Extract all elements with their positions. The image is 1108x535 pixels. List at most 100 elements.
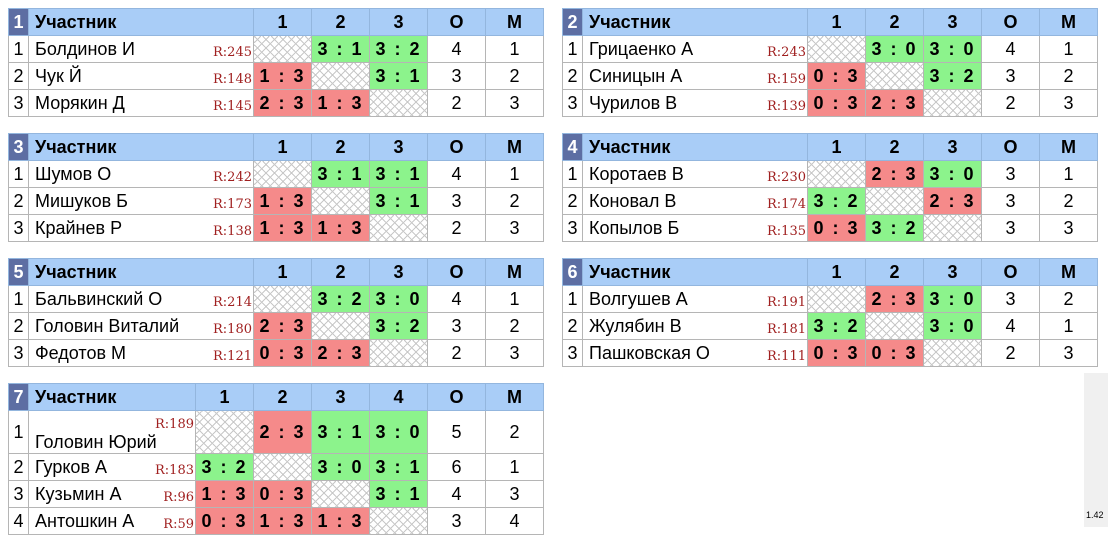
- match-score-win[interactable]: 3 : 2: [195, 453, 254, 481]
- participant-cell[interactable]: R:96 Кузьмин А: [28, 480, 196, 508]
- match-score-loss[interactable]: 2 : 3: [923, 187, 982, 215]
- group-header-row: 4 Участник 1 2 3 О М: [562, 133, 1098, 161]
- points-value: 3: [427, 187, 486, 215]
- match-score-win[interactable]: 3 : 0: [923, 35, 982, 63]
- match-score-win[interactable]: 3 : 1: [369, 187, 428, 215]
- participant-name: Антошкин А: [35, 510, 135, 531]
- participant-cell[interactable]: R:189 Головин Юрий: [28, 410, 196, 454]
- place-value: 1: [1039, 312, 1098, 340]
- match-score-loss[interactable]: 0 : 3: [195, 507, 254, 535]
- participant-name: Головин Юрий: [35, 432, 157, 452]
- participant-cell[interactable]: R:173 Мишуков Б: [28, 187, 254, 215]
- participant-cell[interactable]: R:230 Коротаев В: [582, 160, 808, 188]
- points-value: 3: [427, 312, 486, 340]
- participant-header: Участник: [582, 8, 808, 36]
- match-score-loss[interactable]: 2 : 3: [865, 160, 924, 188]
- match-score-loss[interactable]: 2 : 3: [865, 89, 924, 117]
- match-score-win[interactable]: 3 : 0: [923, 312, 982, 340]
- match-score-loss[interactable]: 2 : 3: [865, 285, 924, 313]
- match-score-win[interactable]: 3 : 0: [923, 285, 982, 313]
- match-score-win[interactable]: 3 : 2: [807, 312, 866, 340]
- participant-cell[interactable]: R:159 Синицын А: [582, 62, 808, 90]
- participant-cell[interactable]: R:135 Копылов Б: [582, 214, 808, 242]
- match-score-loss[interactable]: 2 : 3: [311, 339, 370, 367]
- match-score-win[interactable]: 3 : 0: [865, 35, 924, 63]
- match-score-loss[interactable]: 0 : 3: [807, 89, 866, 117]
- match-score-loss[interactable]: 1 : 3: [253, 62, 312, 90]
- participant-cell[interactable]: R:148 Чук Й: [28, 62, 254, 90]
- match-score-loss[interactable]: 1 : 3: [195, 480, 254, 508]
- match-score-loss[interactable]: 1 : 3: [311, 507, 370, 535]
- self-match-cell: [369, 214, 428, 242]
- row-number: 4: [8, 507, 29, 535]
- points-value: 2: [427, 339, 486, 367]
- participant-cell[interactable]: R:174 Коновал В: [582, 187, 808, 215]
- table-row: 1 R:189 Головин Юрий 2 : 33 : 13 : 052: [8, 410, 544, 454]
- match-score-win[interactable]: 3 : 2: [369, 312, 428, 340]
- match-score-loss[interactable]: 1 : 3: [253, 507, 312, 535]
- match-score-loss[interactable]: 2 : 3: [253, 312, 312, 340]
- match-score-loss[interactable]: 1 : 3: [311, 214, 370, 242]
- match-score-win[interactable]: 3 : 1: [369, 453, 428, 481]
- match-score-win[interactable]: 3 : 2: [369, 35, 428, 63]
- self-match-cell: [923, 89, 982, 117]
- row-number: 1: [562, 160, 583, 188]
- participant-cell[interactable]: R:183 Гурков А: [28, 453, 196, 481]
- match-score-win[interactable]: 3 : 1: [311, 35, 370, 63]
- table-row: 2 R:180 Головин Виталий 2 : 33 : 232: [8, 312, 544, 340]
- participant-cell[interactable]: R:139 Чурилов В: [582, 89, 808, 117]
- match-score-win[interactable]: 3 : 2: [311, 285, 370, 313]
- match-score-loss[interactable]: 0 : 3: [807, 339, 866, 367]
- group-table-2: 2 Участник 1 2 3 О М 1 R:243 Грицаенко А3 : 03 : …: [562, 8, 1098, 117]
- participant-cell[interactable]: R:145 Морякин Д: [28, 89, 254, 117]
- match-score-win[interactable]: 3 : 1: [369, 480, 428, 508]
- match-score-loss[interactable]: 0 : 3: [807, 62, 866, 90]
- match-score-loss[interactable]: 0 : 3: [865, 339, 924, 367]
- match-score-win[interactable]: 3 : 0: [311, 453, 370, 481]
- participant-cell[interactable]: R:180 Головин Виталий: [28, 312, 254, 340]
- participant-cell[interactable]: R:138 Крайнев Р: [28, 214, 254, 242]
- match-score-win[interactable]: 3 : 0: [923, 160, 982, 188]
- participant-rating: R:242: [213, 169, 252, 185]
- place-value: 3: [485, 480, 544, 508]
- row-number: 2: [8, 187, 29, 215]
- match-score-win[interactable]: 3 : 1: [311, 410, 370, 454]
- participant-cell[interactable]: R:121 Федотов М: [28, 339, 254, 367]
- match-score-win[interactable]: 3 : 1: [369, 62, 428, 90]
- match-score-win[interactable]: 3 : 1: [369, 160, 428, 188]
- match-score-loss[interactable]: 2 : 3: [253, 89, 312, 117]
- participant-header: Участник: [28, 383, 196, 411]
- match-score-win[interactable]: 3 : 0: [369, 410, 428, 454]
- match-score-loss[interactable]: 0 : 3: [807, 214, 866, 242]
- participant-name: Чук Й: [35, 65, 82, 86]
- match-score-loss[interactable]: 1 : 3: [253, 187, 312, 215]
- participant-cell[interactable]: R:181 Жулябин В: [582, 312, 808, 340]
- points-value: 2: [981, 89, 1040, 117]
- participant-rating: R:189: [155, 417, 194, 432]
- opponent-column-header: 1: [807, 258, 866, 286]
- match-score-win[interactable]: 3 : 2: [865, 214, 924, 242]
- match-score-win[interactable]: 3 : 1: [311, 160, 370, 188]
- match-score-win[interactable]: 3 : 2: [923, 62, 982, 90]
- match-score-loss[interactable]: 0 : 3: [253, 339, 312, 367]
- row-number: 3: [8, 214, 29, 242]
- participant-name: Морякин Д: [35, 92, 125, 113]
- participant-name: Крайнев Р: [35, 217, 123, 238]
- table-row: 3 R:135 Копылов Б0 : 33 : 233: [562, 214, 1098, 242]
- match-score-loss[interactable]: 0 : 3: [253, 480, 312, 508]
- participant-cell[interactable]: R:111 Пашковская О: [582, 339, 808, 367]
- participant-cell[interactable]: R:243 Грицаенко А: [582, 35, 808, 63]
- match-score-win[interactable]: 3 : 0: [369, 285, 428, 313]
- match-score-loss[interactable]: 1 : 3: [311, 89, 370, 117]
- match-score-loss[interactable]: 2 : 3: [253, 410, 312, 454]
- points-value: 3: [981, 285, 1040, 313]
- participant-name: Бальвинский О: [35, 288, 163, 309]
- participant-cell[interactable]: R:191 Волгушев А: [582, 285, 808, 313]
- match-score-loss[interactable]: 1 : 3: [253, 214, 312, 242]
- participant-cell[interactable]: R:242 Шумов О: [28, 160, 254, 188]
- participant-rating: R:191: [767, 294, 806, 310]
- participant-cell[interactable]: R:59 Антошкин А: [28, 507, 196, 535]
- participant-cell[interactable]: R:245 Болдинов И: [28, 35, 254, 63]
- match-score-win[interactable]: 3 : 2: [807, 187, 866, 215]
- participant-cell[interactable]: R:214 Бальвинский О: [28, 285, 254, 313]
